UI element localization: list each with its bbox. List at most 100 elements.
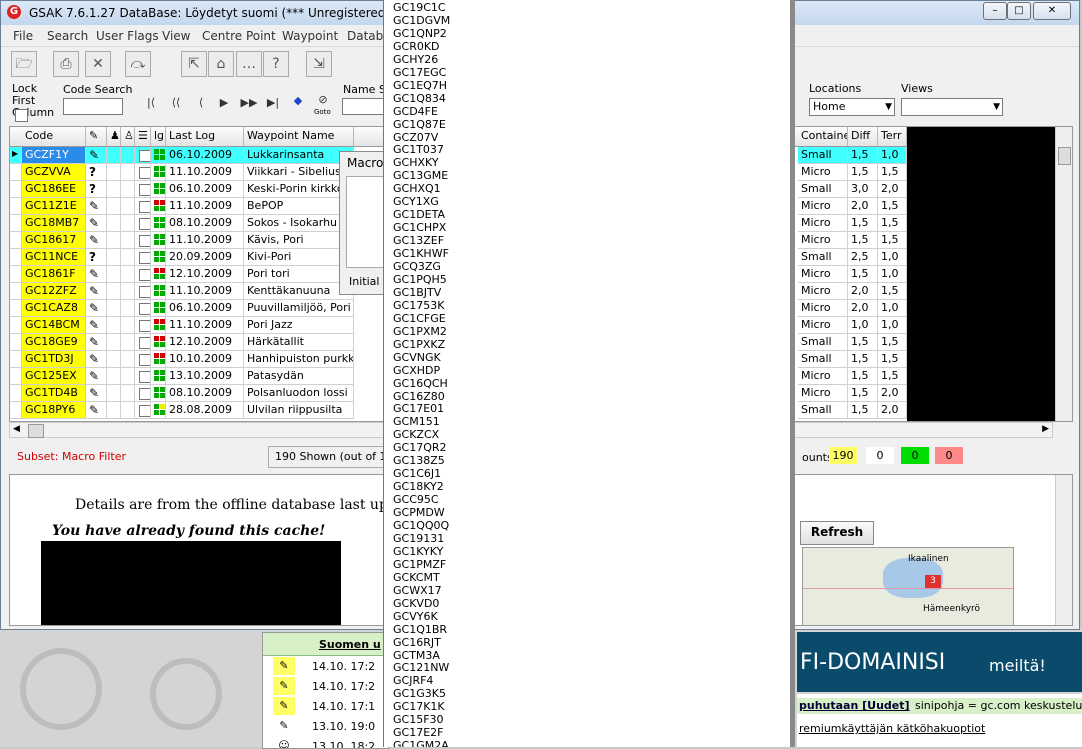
list-item[interactable]: GC1PXM2 bbox=[393, 325, 447, 338]
flag-cell[interactable] bbox=[107, 147, 121, 164]
prev-page-icon[interactable]: ⟨⟨ bbox=[166, 96, 186, 110]
checkbox-cell[interactable] bbox=[135, 368, 151, 385]
user-flag-checkbox[interactable] bbox=[139, 388, 150, 400]
menu-centre-point[interactable]: Centre Point bbox=[202, 29, 276, 43]
list-item[interactable]: GC1CHPX bbox=[393, 221, 446, 234]
cache-type-cell[interactable]: ✎ bbox=[86, 232, 107, 249]
name-search-input[interactable] bbox=[342, 98, 384, 115]
list-item[interactable]: GCHXKY bbox=[393, 156, 439, 169]
list-item[interactable]: GC17K1K bbox=[393, 700, 445, 713]
list-item[interactable]: GC1C6J1 bbox=[393, 467, 441, 480]
list-item[interactable]: GCTM3A bbox=[393, 649, 440, 662]
list-item[interactable]: GC17E2F bbox=[393, 726, 443, 739]
cache-code[interactable]: GC1TD3J bbox=[22, 351, 86, 368]
refresh-button[interactable]: Refresh bbox=[800, 521, 874, 545]
cache-type-cell[interactable]: ✎ bbox=[86, 351, 107, 368]
list-item[interactable]: GC16RJT bbox=[393, 636, 441, 649]
flag-cell[interactable] bbox=[107, 300, 121, 317]
flag-cell[interactable] bbox=[107, 164, 121, 181]
list-item[interactable]: GC1PMZF bbox=[393, 558, 446, 571]
list-item[interactable]: GC17EGC bbox=[393, 66, 446, 79]
row-indicator[interactable] bbox=[10, 266, 22, 283]
row-indicator[interactable] bbox=[10, 198, 22, 215]
cache-type-cell[interactable]: ? bbox=[86, 181, 107, 198]
user-flag-checkbox[interactable] bbox=[139, 337, 150, 349]
checkbox-cell[interactable] bbox=[135, 300, 151, 317]
list-item[interactable]: GC1CFGE bbox=[393, 312, 446, 325]
cache-type-cell[interactable]: ✎ bbox=[86, 215, 107, 232]
list-item[interactable]: GC1T037 bbox=[393, 143, 444, 156]
list-item[interactable]: GC1EQ7H bbox=[393, 79, 447, 92]
row-indicator[interactable] bbox=[10, 402, 22, 419]
code-search-input[interactable] bbox=[63, 98, 123, 115]
flag-cell[interactable] bbox=[107, 317, 121, 334]
checkbox-cell[interactable] bbox=[135, 402, 151, 419]
list-item[interactable]: GC1DGVM bbox=[393, 14, 450, 27]
cache-type-cell[interactable]: ✎ bbox=[86, 147, 107, 164]
goto-icon[interactable]: ⊘ bbox=[313, 93, 333, 107]
list-item[interactable]: GC1KHWF bbox=[393, 247, 449, 260]
checkbox-cell[interactable] bbox=[135, 317, 151, 334]
cache-code[interactable]: GC18MB7 bbox=[22, 215, 86, 232]
row-indicator[interactable] bbox=[10, 215, 22, 232]
prev-icon[interactable]: ⟨ bbox=[191, 96, 211, 110]
cache-code[interactable]: GC125EX bbox=[22, 368, 86, 385]
list-item[interactable]: GC1QNP2 bbox=[393, 27, 447, 40]
cache-code[interactable]: GC18GE9 bbox=[22, 334, 86, 351]
col-type[interactable]: ✎ bbox=[86, 127, 107, 146]
flag-cell[interactable] bbox=[107, 402, 121, 419]
views-select[interactable]: ▼ bbox=[901, 98, 1003, 116]
map-cluster-badge[interactable]: 3 bbox=[925, 575, 941, 588]
list-item[interactable]: GC1Q834 bbox=[393, 92, 446, 105]
col-notes[interactable]: ☰ bbox=[135, 127, 151, 146]
menu-view[interactable]: View bbox=[162, 29, 190, 43]
checkbox-cell[interactable] bbox=[135, 351, 151, 368]
cache-code[interactable]: GC11NCE bbox=[22, 249, 86, 266]
checkbox-cell[interactable] bbox=[135, 249, 151, 266]
list-item[interactable]: GC1Q1BR bbox=[393, 623, 447, 636]
waypoint-name[interactable]: Patasydän bbox=[244, 368, 354, 385]
cache-type-cell[interactable]: ✎ bbox=[86, 385, 107, 402]
list-item[interactable]: GC13ZEF bbox=[393, 234, 444, 247]
list-item[interactable]: GCXHDP bbox=[393, 364, 440, 377]
list-item[interactable]: GC1GM2A bbox=[393, 739, 449, 747]
checkbox-cell[interactable] bbox=[135, 215, 151, 232]
waypoint-name[interactable]: BePOP bbox=[244, 198, 354, 215]
cache-type-cell[interactable]: ✎ bbox=[86, 334, 107, 351]
maximize-button[interactable]: □ bbox=[1007, 2, 1031, 20]
row-indicator[interactable] bbox=[10, 368, 22, 385]
last-record-icon[interactable]: ▶| bbox=[263, 96, 283, 110]
move-icon[interactable]: ⇱ bbox=[181, 51, 207, 77]
waypoint-name[interactable]: Viikkari - Sibelius Pa bbox=[244, 164, 354, 181]
hscroll-thumb[interactable] bbox=[28, 424, 44, 438]
user-flag-checkbox[interactable] bbox=[139, 235, 150, 247]
user-flag-checkbox[interactable] bbox=[139, 405, 150, 417]
user-flag-checkbox[interactable] bbox=[139, 354, 150, 366]
cache-code[interactable]: GC18PY6 bbox=[22, 402, 86, 419]
waypoint-name[interactable]: Ulvilan riippusilta bbox=[244, 402, 354, 419]
scroll-right-icon[interactable]: ▶ bbox=[1042, 424, 1049, 434]
details-scrollbar[interactable] bbox=[1055, 475, 1072, 625]
user-flag-checkbox[interactable] bbox=[139, 286, 150, 298]
waypoint-name[interactable]: Härkätallit bbox=[244, 334, 354, 351]
list-item[interactable]: GC1753K bbox=[393, 299, 444, 312]
checkbox-cell[interactable] bbox=[135, 283, 151, 300]
list-item[interactable]: GCHXQ1 bbox=[393, 182, 441, 195]
row-indicator[interactable] bbox=[10, 181, 22, 198]
user-flag-checkbox[interactable] bbox=[139, 303, 150, 315]
flag-cell[interactable] bbox=[107, 283, 121, 300]
list-item[interactable]: GC1KYKY bbox=[393, 545, 443, 558]
flag-cell[interactable] bbox=[107, 181, 121, 198]
col-diff[interactable]: Diff bbox=[848, 127, 878, 146]
minimize-button[interactable]: – bbox=[983, 2, 1007, 20]
list-item[interactable]: GC1PQH5 bbox=[393, 273, 447, 286]
list-item[interactable]: GC121NW bbox=[393, 661, 449, 674]
list-item[interactable]: GC13GME bbox=[393, 169, 448, 182]
list-item[interactable]: GCKCMT bbox=[393, 571, 440, 584]
row-indicator[interactable] bbox=[10, 164, 22, 181]
list-item[interactable]: GC138Z5 bbox=[393, 454, 445, 467]
menu-search[interactable]: Search bbox=[47, 29, 88, 43]
cache-type-cell[interactable]: ✎ bbox=[86, 368, 107, 385]
cache-code[interactable]: GC1TD4B bbox=[22, 385, 86, 402]
close-button[interactable]: ✕ bbox=[1033, 2, 1071, 20]
